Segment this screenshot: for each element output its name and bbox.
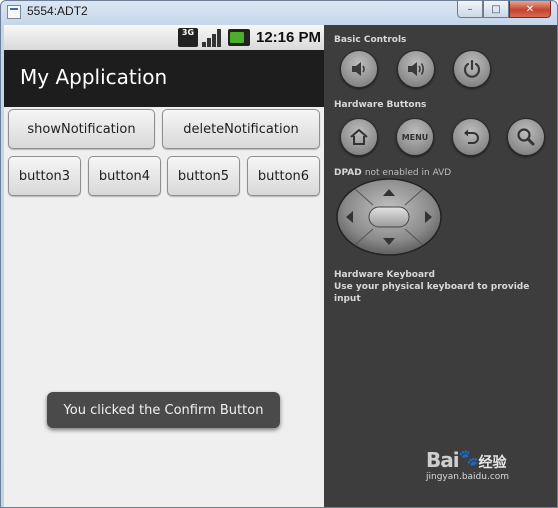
android-status-bar: 3G 12:16 PM xyxy=(4,25,324,50)
home-icon xyxy=(350,129,368,145)
delete-notification-button[interactable]: deleteNotification xyxy=(162,109,320,149)
dpad-control[interactable] xyxy=(335,177,443,257)
watermark-logo-suffix: 经验 xyxy=(478,455,507,471)
network-3g-icon: 3G xyxy=(178,28,198,47)
hardware-keyboard-info: Hardware Keyboard Use your physical keyb… xyxy=(334,269,557,305)
app-title: My Application xyxy=(20,65,168,89)
button6[interactable]: button6 xyxy=(247,156,320,196)
basic-controls-label: Basic Controls xyxy=(334,35,407,45)
volume-down-button[interactable] xyxy=(340,50,378,88)
home-button[interactable] xyxy=(340,118,378,156)
power-button[interactable] xyxy=(453,50,491,88)
minimize-button[interactable]: – xyxy=(457,1,483,18)
app-action-bar: My Application xyxy=(4,50,324,107)
button4[interactable]: button4 xyxy=(88,156,161,196)
maximize-button[interactable]: □ xyxy=(483,1,509,18)
device-screen: 3G 12:16 PM My Application showNotificat… xyxy=(4,25,324,507)
volume-up-icon xyxy=(408,62,425,76)
close-button[interactable]: ✕ xyxy=(509,1,551,18)
volume-up-button[interactable] xyxy=(397,50,435,88)
baidu-watermark: Bai🐾经验 jingyan.baidu.com xyxy=(426,448,509,482)
watermark-url: jingyan.baidu.com xyxy=(426,472,510,482)
hardware-buttons-label: Hardware Buttons xyxy=(334,100,427,110)
paw-icon: 🐾 xyxy=(458,448,479,467)
search-button[interactable] xyxy=(507,118,545,156)
button5[interactable]: button5 xyxy=(167,156,240,196)
watermark-logo: Bai xyxy=(426,448,460,472)
window-app-icon xyxy=(7,5,21,19)
show-notification-button[interactable]: showNotification xyxy=(8,109,155,149)
window-title: 5554:ADT2 xyxy=(27,4,88,18)
status-time: 12:16 PM xyxy=(256,29,322,46)
emulator-window: 5554:ADT2 – □ ✕ 3G 12:16 PM My Applicati… xyxy=(0,0,558,508)
toast-message: You clicked the Confirm Button xyxy=(47,392,280,428)
power-icon xyxy=(463,59,481,78)
window-controls: – □ ✕ xyxy=(457,1,551,19)
menu-button[interactable]: MENU xyxy=(396,118,434,156)
back-button[interactable] xyxy=(452,118,490,156)
signal-strength-icon xyxy=(202,28,224,47)
back-arrow-icon xyxy=(464,129,479,144)
volume-down-icon xyxy=(352,62,365,76)
menu-label: MENU xyxy=(401,132,429,142)
search-icon xyxy=(517,128,535,146)
hardware-keyboard-note: Use your physical keyboard to provide in… xyxy=(334,282,530,304)
button3[interactable]: button3 xyxy=(8,156,81,196)
battery-charging-icon xyxy=(228,29,250,46)
window-titlebar[interactable]: 5554:ADT2 – □ ✕ xyxy=(1,1,557,23)
hardware-keyboard-label: Hardware Keyboard xyxy=(334,270,435,280)
emulator-controls-panel: Basic Controls Hardware Buttons MENU DPA… xyxy=(324,25,557,507)
